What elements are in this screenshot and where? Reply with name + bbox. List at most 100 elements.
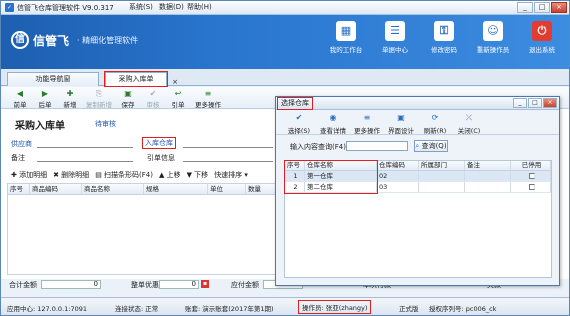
query-input[interactable] <box>346 141 408 151</box>
quick-sort-button[interactable]: 快速排序 ▾ <box>214 170 248 180</box>
prev-doc-button[interactable]: ◀ 前单 <box>9 87 31 109</box>
copy-icon: ⎘ <box>95 89 103 98</box>
wh-col-note[interactable]: 备注 <box>465 161 511 170</box>
view-detail-label: 查看详情 <box>320 127 346 135</box>
warehouse-field[interactable] <box>183 147 273 148</box>
import-icon: ↩ <box>174 89 182 98</box>
detail-table[interactable]: 序号 商品编码 商品名称 规格 单位 数量 <box>7 183 283 275</box>
exit-button[interactable]: ⏻ 退出系统 <box>519 19 565 54</box>
document-center-label: 单据中心 <box>382 46 408 54</box>
add-detail-button[interactable]: ✚ 添加明细 <box>11 170 47 180</box>
wh-col-dept[interactable]: 所属部门 <box>419 161 465 170</box>
menu-help[interactable]: 帮助(H) <box>187 2 212 12</box>
next-doc-button[interactable]: ▶ 后单 <box>34 87 56 109</box>
tab-navigation[interactable]: 功能导航窗 <box>7 72 99 86</box>
tab-row: 功能导航窗 采购入库单 × <box>1 69 569 87</box>
ui-design-button[interactable]: ▣ 界面设计 <box>384 111 418 135</box>
document-center-button[interactable]: ☰ 单据中心 <box>372 19 418 54</box>
plus-icon: ✚ <box>66 89 74 98</box>
copy-new-label: 复制新增 <box>86 101 112 109</box>
user-icon: ☺ <box>483 21 503 41</box>
dialog-more-actions-button[interactable]: ≡ 更多操作 <box>350 111 384 135</box>
dialog-close-action-button[interactable]: ⤫ 关闭(C) <box>452 111 486 135</box>
audit-status: 待审核 <box>95 120 116 128</box>
refresh-icon: ⟳ <box>431 113 439 122</box>
warehouse-label[interactable]: 入库仓库 <box>142 137 176 149</box>
workbench-label: 我的工作台 <box>329 46 363 54</box>
more-actions-button[interactable]: ≡ 更多操作 <box>192 87 224 109</box>
refresh-button[interactable]: ⟳ 刷新(R) <box>418 111 452 135</box>
arrow-left-icon: ◀ <box>16 89 24 98</box>
save-button[interactable]: ▣ 保存 <box>117 87 139 109</box>
calc-icon[interactable]: ▪ <box>201 280 209 288</box>
scan-barcode-button[interactable]: ▤ 扫描条形码(F4) <box>95 170 153 180</box>
save-label: 保存 <box>121 101 135 109</box>
dialog-maximize-button[interactable]: □ <box>528 98 542 108</box>
menu-system[interactable]: 系统(S) <box>129 2 153 12</box>
menu-data[interactable]: 数据(D) <box>159 2 184 12</box>
dialog-title-bar: 选择仓库 _ □ × <box>276 97 559 110</box>
wh-col-code[interactable]: 仓库编码 <box>377 161 419 170</box>
change-password-button[interactable]: ⚿ 修改密码 <box>421 19 467 54</box>
highlight-box <box>284 160 378 194</box>
audit-button[interactable]: ✔ 审核 <box>142 87 164 109</box>
copy-new-button[interactable]: ⎘ 复制新增 <box>84 87 114 109</box>
row-note <box>465 171 511 181</box>
minimize-button[interactable]: _ <box>517 2 533 13</box>
row-disabled-cell <box>511 171 551 181</box>
audit-label: 审核 <box>146 101 160 109</box>
query-button[interactable]: ⌕ 查询(Q) <box>414 140 448 152</box>
wh-col-disabled[interactable]: 已停用 <box>511 161 551 170</box>
supplier-field[interactable] <box>37 147 133 148</box>
ui-design-label: 界面设计 <box>388 127 414 135</box>
detail-table-header: 序号 商品编码 商品名称 规格 单位 数量 <box>8 184 282 195</box>
dialog-more-actions-label: 更多操作 <box>354 127 380 135</box>
col-no[interactable]: 序号 <box>8 184 30 194</box>
serial-status: 授权序列号: pc006_ck <box>429 305 497 313</box>
discount-label: 整单优惠 <box>131 281 159 289</box>
tab-purchase-receipt[interactable]: 采购入库单 × <box>104 71 178 87</box>
row-disabled-cell <box>511 182 551 192</box>
exit-icon: ⤫ <box>465 113 473 122</box>
dialog-minimize-button[interactable]: _ <box>513 98 527 108</box>
app-icon: ✓ <box>5 3 14 12</box>
switch-operator-button[interactable]: ☺ 重新操作员 <box>470 19 516 54</box>
col-product-name[interactable]: 商品名称 <box>82 184 144 194</box>
dialog-title: 选择仓库 <box>277 97 313 110</box>
document-list-icon: ☰ <box>385 21 405 41</box>
move-up-button[interactable]: ▲ 上移 <box>159 170 181 180</box>
ref-info-field[interactable] <box>183 161 273 162</box>
row-note <box>465 182 511 192</box>
prev-doc-label: 前单 <box>13 101 27 109</box>
col-spec[interactable]: 规格 <box>144 184 208 194</box>
dialog-close-button[interactable]: × <box>543 98 557 108</box>
next-doc-label: 后单 <box>38 101 52 109</box>
supplier-label[interactable]: 供应商 <box>11 139 32 149</box>
new-label: 新增 <box>63 101 77 109</box>
close-button[interactable]: × <box>551 2 567 13</box>
col-unit[interactable]: 单位 <box>208 184 246 194</box>
delete-detail-button[interactable]: ✖ 删除明细 <box>53 170 89 180</box>
maximize-button[interactable]: □ <box>534 2 550 13</box>
operator-status: 操作员: 张亚(zhangy) <box>297 300 372 314</box>
change-password-label: 修改密码 <box>431 46 457 54</box>
discount-input[interactable]: 0 <box>159 280 199 289</box>
import-doc-label: 引单 <box>171 101 185 109</box>
disabled-checkbox[interactable] <box>528 184 535 190</box>
col-product-code[interactable]: 商品编码 <box>30 184 82 194</box>
select-button[interactable]: ✔ 选择(S) <box>282 111 316 135</box>
row-code: 03 <box>377 182 419 192</box>
row-dept <box>419 182 465 192</box>
payable-label: 应付金额 <box>231 281 259 289</box>
account-status: 账套: 演示账套(2017年第1期) <box>185 305 274 313</box>
menu-icon: ≡ <box>204 89 212 98</box>
slogan: · 精细化管理软件 <box>77 35 139 45</box>
disabled-checkbox[interactable] <box>528 173 535 179</box>
new-button[interactable]: ✚ 新增 <box>59 87 81 109</box>
eye-icon: ◉ <box>329 113 337 122</box>
import-doc-button[interactable]: ↩ 引单 <box>167 87 189 109</box>
move-down-button[interactable]: ▼ 下移 <box>187 170 209 180</box>
view-detail-button[interactable]: ◉ 查看详情 <box>316 111 350 135</box>
note-field[interactable] <box>37 161 133 162</box>
workbench-button[interactable]: ▦ 我的工作台 <box>323 19 369 54</box>
